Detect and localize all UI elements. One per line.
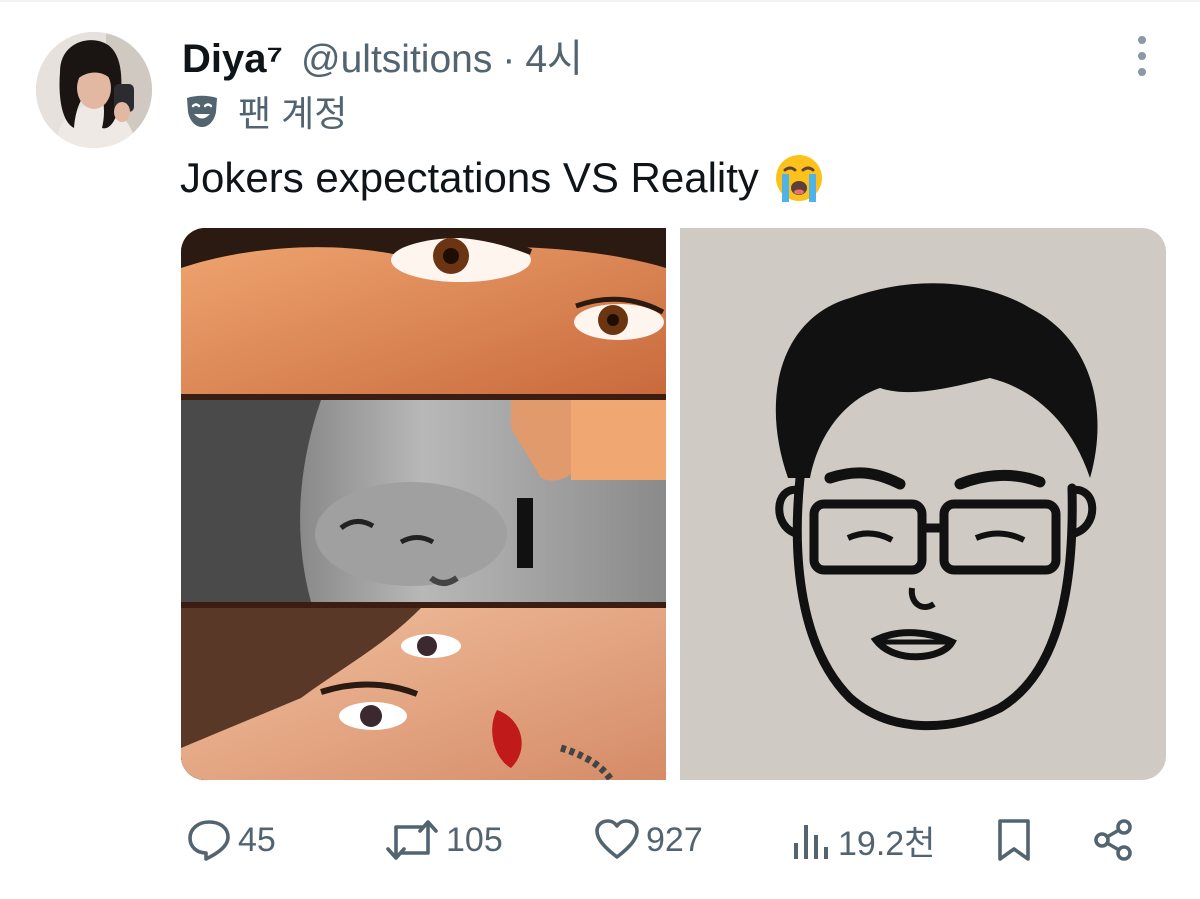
reply-count: 45: [238, 820, 276, 859]
timestamp[interactable]: 4시: [525, 28, 583, 84]
reply-button[interactable]: 45: [186, 812, 276, 868]
like-count: 927: [646, 820, 703, 859]
tweet-header: Diya⁷ @ultsitions · 4시: [182, 28, 583, 82]
fan-account-label: 팬 계정: [238, 93, 348, 134]
views-chart-icon: [794, 825, 828, 859]
bookmark-icon: [998, 819, 1030, 861]
like-button[interactable]: 927: [594, 812, 703, 868]
views-button[interactable]: 19.2천: [792, 812, 935, 868]
avatar[interactable]: [36, 32, 152, 148]
expectation-artwork-image: [181, 228, 666, 780]
tweet-action-bar: 45 105 927 19.2천: [186, 812, 1146, 868]
tweet-text-content: Jokers expectations VS Reality: [180, 154, 759, 201]
loudly-crying-face-icon: [775, 155, 822, 202]
retweet-count: 105: [446, 820, 503, 859]
retweet-icon: [386, 820, 438, 860]
heart-icon: [595, 819, 639, 859]
retweet-button[interactable]: 105: [384, 812, 503, 868]
share-button[interactable]: [1090, 812, 1136, 868]
reply-icon: [188, 820, 230, 861]
share-icon: [1094, 819, 1132, 861]
top-divider: [0, 0, 1200, 2]
reality-sketch-image: [680, 228, 1166, 780]
avatar-image: [36, 32, 152, 148]
tweet-media: [181, 228, 1166, 780]
more-options-button[interactable]: [1120, 36, 1164, 76]
more-dot: [1138, 52, 1146, 60]
more-dots-icon: [1138, 36, 1146, 44]
expectation-artwork[interactable]: [181, 228, 666, 780]
separator-dot: ·: [502, 38, 516, 81]
views-count: 19.2천: [838, 824, 936, 863]
user-handle[interactable]: @ultsitions: [301, 38, 492, 82]
account-label-row: 팬 계정: [184, 88, 347, 134]
display-name[interactable]: Diya⁷: [182, 37, 283, 82]
bookmark-button[interactable]: [994, 812, 1034, 868]
reality-sketch[interactable]: [680, 228, 1166, 780]
theater-mask-icon: [187, 95, 217, 127]
more-dot: [1138, 68, 1146, 76]
tweet-text: Jokers expectations VS Reality: [180, 152, 825, 204]
